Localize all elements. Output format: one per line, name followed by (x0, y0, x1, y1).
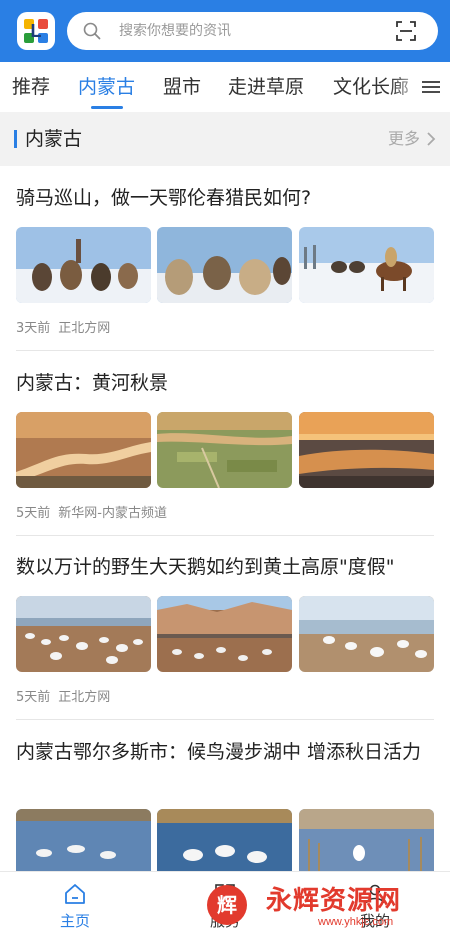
tab-recommend[interactable]: 推荐 (12, 62, 50, 112)
article-image[interactable] (299, 596, 434, 672)
article-source: 正北方网 (58, 690, 111, 705)
tab-leagues-cities[interactable]: 盟市 (163, 62, 201, 112)
divider (16, 719, 434, 720)
chevron-right-icon[interactable] (426, 132, 436, 146)
article-title[interactable]: 骑马巡山，做一天鄂伦春猎民如何? (16, 183, 434, 214)
search-placeholder: 搜索你想要的资讯 (119, 23, 231, 39)
app-logo[interactable]: L (17, 12, 55, 50)
nav-home[interactable]: 主页 (0, 872, 150, 936)
tab-label: 推荐 (12, 76, 51, 98)
tab-label: 内蒙古 (78, 76, 136, 98)
article-image[interactable] (16, 596, 151, 672)
section-accent-bar (14, 130, 17, 148)
tab-inner-mongolia[interactable]: 内蒙古 (78, 62, 135, 112)
nav-label: 主页 (59, 912, 90, 930)
divider (16, 535, 434, 536)
section-header: 内蒙古 更多 (0, 112, 450, 166)
article-time: 5天前 (16, 690, 51, 705)
article-source: 新华网-内蒙古频道 (58, 506, 167, 521)
article-meta: 3天前 正北方网 (16, 317, 110, 336)
tab-label: 走进草原 (228, 76, 305, 98)
tab-fade (390, 62, 450, 112)
app-header: L 搜索你想要的资讯 (0, 0, 450, 62)
article-thumbnails (16, 596, 434, 672)
article-image[interactable] (157, 227, 292, 303)
article-image[interactable] (157, 596, 292, 672)
article-card[interactable]: 骑马巡山，做一天鄂伦春猎民如何? 3天前 正北方网 (16, 183, 434, 336)
category-tabs: 推荐 内蒙古 盟市 走进草原 文化长廊 (0, 62, 450, 112)
svg-text:辉: 辉 (217, 893, 237, 917)
article-card[interactable]: 内蒙古鄂尔多斯市：候鸟漫步湖中 增添秋日活力 (16, 737, 434, 885)
article-time: 3天前 (16, 321, 51, 336)
article-image[interactable] (299, 412, 434, 488)
more-link[interactable]: 更多 (388, 112, 420, 166)
divider (16, 350, 434, 351)
article-image[interactable] (299, 227, 434, 303)
article-image[interactable] (157, 412, 292, 488)
watermark: 辉 永辉资源网 www.yhkjc.com (200, 880, 430, 930)
tab-active-indicator (90, 106, 123, 109)
watermark-logo-icon: 辉 (207, 885, 247, 925)
search-icon (83, 22, 101, 40)
article-card[interactable]: 内蒙古：黄河秋景 5天前 新华网-内蒙古频道 (16, 368, 434, 521)
search-bar[interactable]: 搜索你想要的资讯 (67, 12, 438, 50)
watermark-url: www.yhkjc.com (318, 916, 394, 928)
tab-label: 盟市 (163, 76, 202, 98)
home-icon (65, 884, 85, 904)
tab-grassland[interactable]: 走进草原 (228, 62, 304, 112)
watermark-text: 永辉资源网 (266, 886, 402, 916)
article-thumbnails (16, 412, 434, 488)
article-meta: 5天前 正北方网 (16, 686, 110, 705)
article-card[interactable]: 数以万计的野生大天鹅如约到黄土高原"度假" 5天前 正北方网 (16, 552, 434, 705)
section-title: 内蒙古 (25, 128, 83, 150)
article-title[interactable]: 数以万计的野生大天鹅如约到黄土高原"度假" (16, 552, 434, 583)
menu-icon[interactable] (422, 80, 440, 94)
article-thumbnails (16, 227, 434, 303)
article-image[interactable] (16, 412, 151, 488)
article-title[interactable]: 内蒙古：黄河秋景 (16, 368, 434, 399)
article-image[interactable] (16, 227, 151, 303)
article-time: 5天前 (16, 506, 51, 521)
scan-icon[interactable] (396, 21, 416, 41)
article-meta: 5天前 新华网-内蒙古频道 (16, 502, 167, 521)
logo-letter: L (30, 21, 42, 41)
article-title[interactable]: 内蒙古鄂尔多斯市：候鸟漫步湖中 增添秋日活力 (16, 737, 434, 768)
article-source: 正北方网 (58, 321, 111, 336)
